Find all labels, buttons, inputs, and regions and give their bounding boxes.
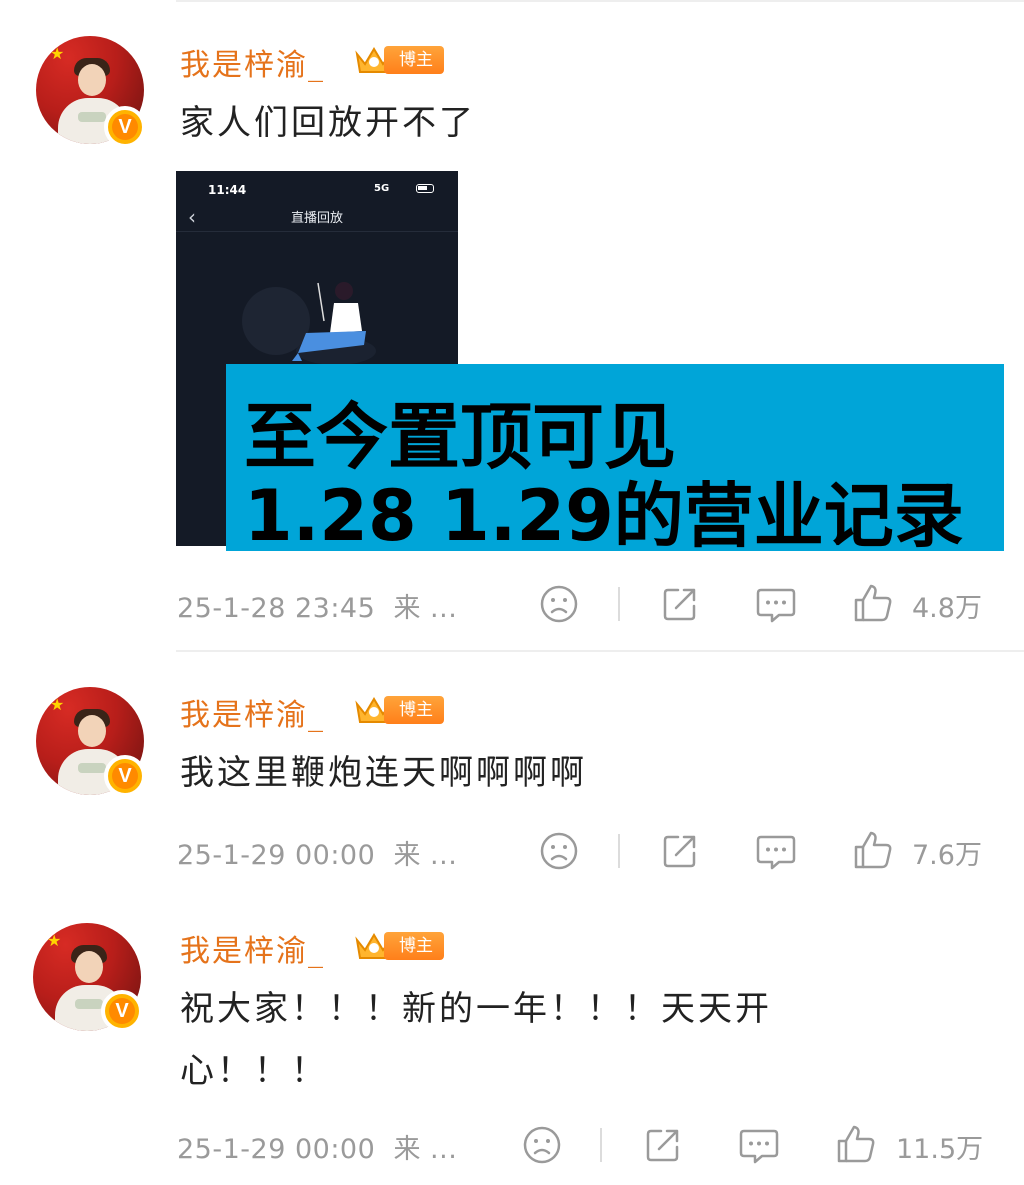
- post-text: 家人们回放开不了: [180, 92, 476, 154]
- post-timestamp: 25-1-29 00:00 来 ...: [177, 833, 457, 872]
- action-divider: [618, 587, 620, 621]
- timestamp: 25-1-29 00:00: [177, 840, 376, 871]
- status-time: 11:44: [208, 183, 247, 197]
- sad-face-icon[interactable]: [539, 584, 579, 624]
- post-divider: [176, 650, 1024, 652]
- overlay-line-2: 1.28 1.29的营业记录: [244, 475, 964, 557]
- like-count: 7.6万: [912, 840, 982, 871]
- badge-label: 博主: [384, 932, 444, 960]
- action-divider: [618, 834, 620, 868]
- post-text-line: 祝大家！！！新的一年！！！天天开: [180, 989, 772, 1029]
- blogger-badge: 博主: [354, 694, 446, 726]
- blogger-badge: 博主: [354, 44, 446, 76]
- thumbs-up-icon[interactable]: [852, 829, 894, 871]
- badge-label: 博主: [384, 46, 444, 74]
- status-network: 5G: [374, 183, 390, 194]
- share-icon[interactable]: [660, 584, 700, 624]
- action-divider: [600, 1128, 602, 1162]
- thumbs-up-icon[interactable]: [852, 582, 894, 624]
- comment-icon[interactable]: [738, 1125, 780, 1167]
- share-icon[interactable]: [643, 1125, 683, 1165]
- share-icon[interactable]: [660, 831, 700, 871]
- thumbs-up-icon[interactable]: [835, 1123, 877, 1165]
- post-text-line: 心！！！: [180, 1051, 328, 1091]
- verified-icon: V: [104, 106, 146, 148]
- caption-overlay: 至今置顶可见 1.28 1.29的营业记录: [226, 364, 1004, 557]
- timestamp: 25-1-29 00:00: [177, 1134, 376, 1165]
- sad-face-icon[interactable]: [539, 831, 579, 871]
- comment-icon[interactable]: [755, 831, 797, 873]
- post-text: 我这里鞭炮连天啊啊啊啊: [180, 742, 587, 804]
- post-text-line: 我这里鞭炮连天啊啊啊啊: [180, 753, 587, 793]
- verified-icon: V: [101, 990, 143, 1032]
- battery-icon: [416, 184, 434, 193]
- verified-icon: V: [104, 755, 146, 797]
- screenshot-title: 直播回放: [290, 211, 343, 226]
- timestamp: 25-1-28 23:45: [177, 593, 376, 624]
- like-count: 4.8万: [912, 593, 982, 624]
- username[interactable]: 我是梓渝_: [180, 40, 325, 84]
- empty-state-illustration: [242, 282, 376, 365]
- source-link[interactable]: 来 ...: [393, 840, 457, 871]
- username[interactable]: 我是梓渝_: [180, 926, 325, 970]
- comment-icon[interactable]: [755, 584, 797, 626]
- top-divider: [176, 0, 1024, 2]
- sad-face-icon[interactable]: [522, 1125, 562, 1165]
- post-text-line: 家人们回放开不了: [180, 103, 476, 143]
- post-text: 祝大家！！！新的一年！！！天天开 心！！！: [180, 978, 772, 1102]
- source-link[interactable]: 来 ...: [393, 1134, 457, 1165]
- blogger-badge: 博主: [354, 930, 446, 962]
- post-timestamp: 25-1-28 23:45 来 ...: [177, 586, 457, 625]
- post-timestamp: 25-1-29 00:00 来 ...: [177, 1127, 457, 1166]
- badge-label: 博主: [384, 696, 444, 724]
- like-count: 11.5万: [896, 1134, 984, 1165]
- source-link[interactable]: 来 ...: [393, 593, 457, 624]
- screenshot-divider: [176, 231, 458, 232]
- username[interactable]: 我是梓渝_: [180, 690, 325, 734]
